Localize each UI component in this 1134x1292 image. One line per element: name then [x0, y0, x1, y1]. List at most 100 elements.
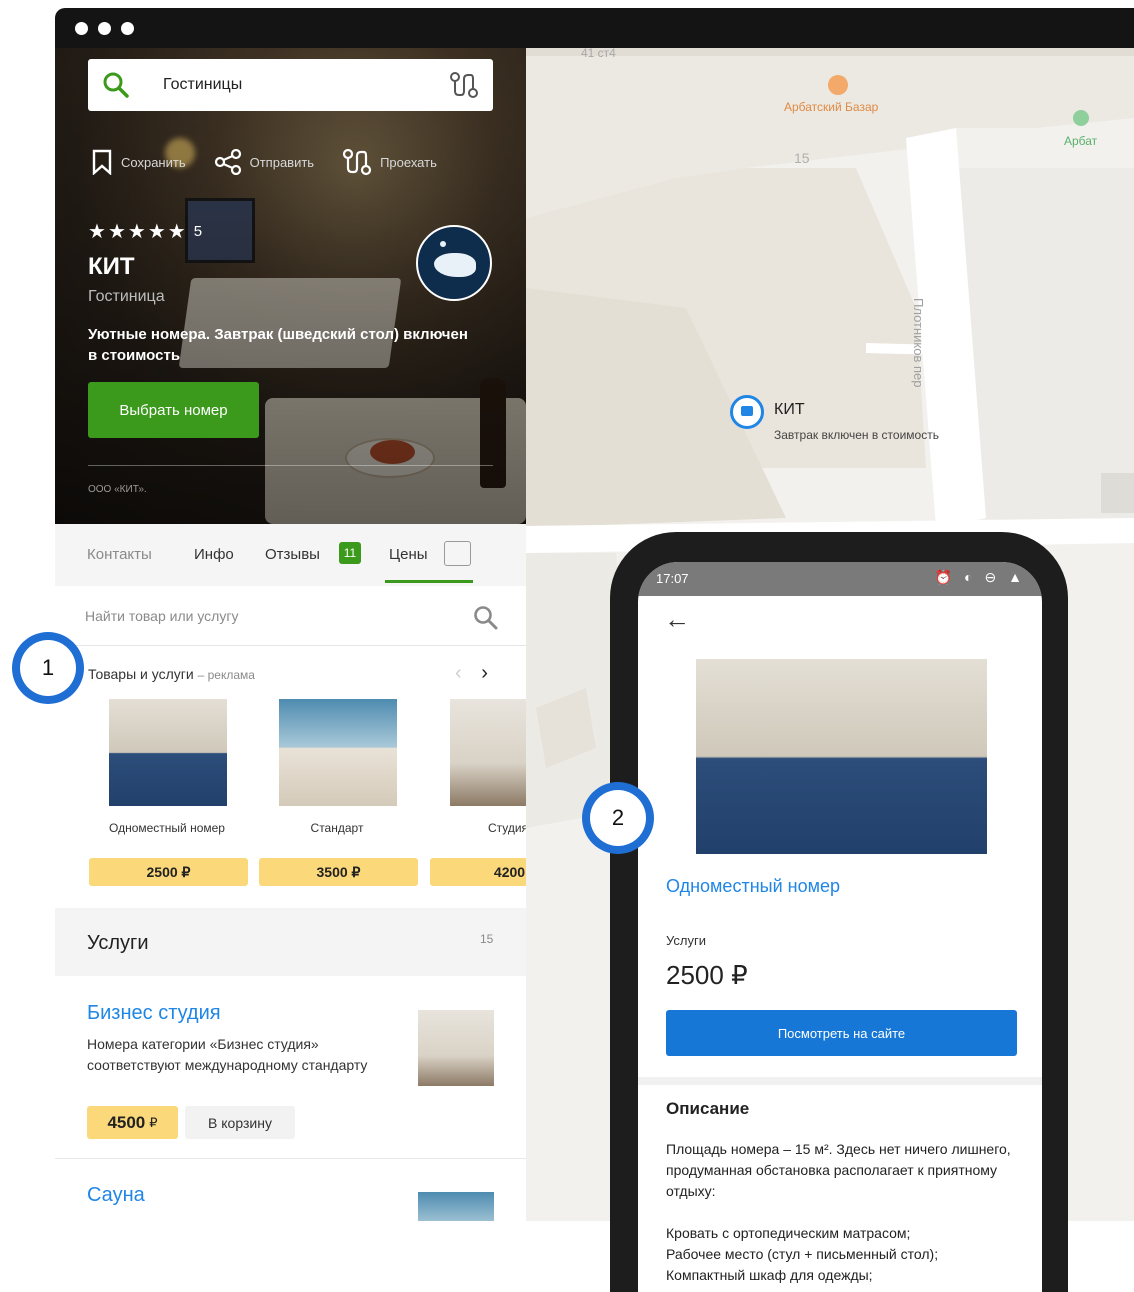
callout-marker-2: 2 [582, 782, 654, 854]
service-title[interactable]: Бизнес студия [87, 1002, 221, 1025]
status-time: 17:07 [656, 571, 689, 586]
goods-ad-label: – реклама [197, 668, 255, 682]
route-icon [342, 148, 372, 176]
cart-icon[interactable] [444, 541, 471, 566]
save-label: Сохранить [121, 154, 186, 170]
phone-divider [638, 1077, 1042, 1085]
map-label-bazaar: Арбатский Базар [784, 100, 879, 114]
rating-count: 5 [193, 223, 203, 240]
service-divider [55, 1158, 526, 1159]
map-label-street: Плотников пер [911, 298, 926, 388]
map-pin-title[interactable]: КИТ [774, 401, 805, 419]
tab-info[interactable]: Инфо [194, 546, 234, 563]
goods-search-input[interactable]: Найти товар или услугу [85, 608, 238, 624]
description-list-item: Кровать с ортопедическим матрасом; [666, 1225, 911, 1241]
goods-name: Студия [487, 821, 526, 835]
route-label: Проехать [380, 154, 437, 170]
map-label-arbat: Арбат [1064, 134, 1098, 148]
goods-header: Товары и услуги – реклама [88, 666, 255, 682]
service-price-value: 4500 [107, 1112, 146, 1132]
callout-number: 2 [590, 790, 646, 846]
window-dot-close[interactable] [75, 22, 88, 35]
star-icon: ★ [147, 221, 166, 243]
place-card-sidebar: Гостиницы Сохранить Отправить Проехать ★… [55, 48, 526, 1221]
goods-price: 3500 ₽ [259, 858, 418, 886]
legal-text: ООО «КИТ». [88, 484, 147, 495]
org-category: Гостиница [88, 288, 165, 305]
reviews-count-badge: 11 [339, 542, 361, 564]
services-count: 15 [480, 932, 494, 946]
service-thumbnail[interactable] [418, 1010, 494, 1086]
goods-carousel-nav: ‹ › [455, 662, 488, 685]
view-on-site-button[interactable]: Посмотреть на сайте [666, 1010, 1017, 1056]
goods-thumbnail [450, 699, 526, 806]
product-price: 2500 ₽ [666, 960, 748, 990]
action-bar: Сохранить Отправить Проехать [91, 148, 437, 176]
rating[interactable]: ★ ★ ★ ★ ★ 5 [88, 219, 202, 244]
save-button[interactable]: Сохранить [91, 149, 186, 175]
goods-price: 2500 ₽ [89, 858, 248, 886]
org-name: КИТ [88, 253, 135, 280]
description-text: Площадь номера – 15 м². Здесь нет ничего… [666, 1141, 1011, 1199]
share-button[interactable]: Отправить [214, 149, 314, 175]
hero-divider [88, 465, 493, 466]
whale-spout [440, 241, 446, 247]
search-query[interactable]: Гостиницы [163, 76, 242, 94]
add-to-cart-button[interactable]: В корзину [185, 1106, 295, 1139]
status-icons: ⏰ ◐ ⊖ ▲ [934, 569, 1026, 585]
org-logo [416, 225, 492, 301]
star-icon: ★ [167, 221, 186, 243]
route-icon[interactable] [449, 71, 479, 99]
goods-title: Товары и услуги [88, 666, 194, 682]
whale-icon [434, 253, 476, 277]
chevron-left-icon[interactable]: ‹ [455, 662, 462, 684]
goods-price: 4200 [430, 858, 526, 886]
map-pin-subtitle: Завтрак включен в стоимость [774, 428, 939, 442]
services-title: Услуги [87, 932, 149, 954]
tab-prices[interactable]: Цены [389, 546, 428, 563]
map-label-number: 15 [794, 150, 810, 166]
service-thumbnail[interactable] [418, 1192, 494, 1221]
product-category: Услуги [666, 933, 706, 948]
tab-contacts[interactable]: Контакты [87, 546, 152, 563]
tab-reviews[interactable]: Отзывы [265, 546, 320, 563]
description-list-item: Компактный шкаф для одежды; [666, 1267, 873, 1283]
phone-screen: 17:07 ⏰ ◐ ⊖ ▲ ← Одноместный номер Услуги… [638, 562, 1042, 1292]
star-icon: ★ [127, 221, 146, 243]
search-icon[interactable] [473, 605, 499, 631]
goods-name: Одноместный номер [109, 821, 225, 835]
window-dot-minimize[interactable] [98, 22, 111, 35]
product-photo [696, 659, 987, 854]
product-title: Одноместный номер [666, 876, 840, 896]
callout-marker-1: 1 [12, 632, 84, 704]
back-arrow-icon[interactable]: ← [664, 604, 690, 635]
card-tabs: Контакты Инфо Отзывы 11 Цены [55, 524, 526, 586]
callout-number: 1 [20, 640, 76, 696]
route-button[interactable]: Проехать [342, 148, 437, 176]
choose-room-button[interactable]: Выбрать номер [88, 382, 259, 438]
service-description: Номера категории «Бизнес студия» соответ… [87, 1036, 368, 1073]
goods-thumbnail [109, 699, 227, 806]
services-header: Услуги 15 [55, 908, 526, 976]
search-box[interactable]: Гостиницы [88, 59, 493, 111]
chevron-right-icon[interactable]: › [481, 662, 488, 684]
star-icon: ★ [107, 221, 126, 243]
goods-thumbnail [279, 699, 397, 806]
window-titlebar [55, 8, 1134, 48]
goods-search[interactable]: Найти товар или услугу [55, 586, 526, 646]
phone-status-bar: 17:07 ⏰ ◐ ⊖ ▲ [638, 562, 1042, 596]
map-label-top: 41 ст4 [581, 48, 616, 60]
share-label: Отправить [249, 154, 315, 170]
search-icon[interactable] [102, 71, 130, 99]
description-heading: Описание [666, 1099, 750, 1118]
service-title[interactable]: Сауна [87, 1184, 145, 1207]
active-tab-indicator [385, 580, 473, 583]
share-icon [214, 149, 241, 175]
map-pin-hotel[interactable] [730, 395, 764, 429]
phone-mockup: 17:07 ⏰ ◐ ⊖ ▲ ← Одноместный номер Услуги… [610, 532, 1068, 1292]
bookmark-icon [92, 149, 112, 175]
service-price-currency: ₽ [149, 1114, 158, 1130]
window-dot-maximize[interactable] [121, 22, 134, 35]
org-promo: Уютные номера. Завтрак (шведский стол) в… [88, 326, 468, 364]
star-icon: ★ [88, 221, 106, 243]
